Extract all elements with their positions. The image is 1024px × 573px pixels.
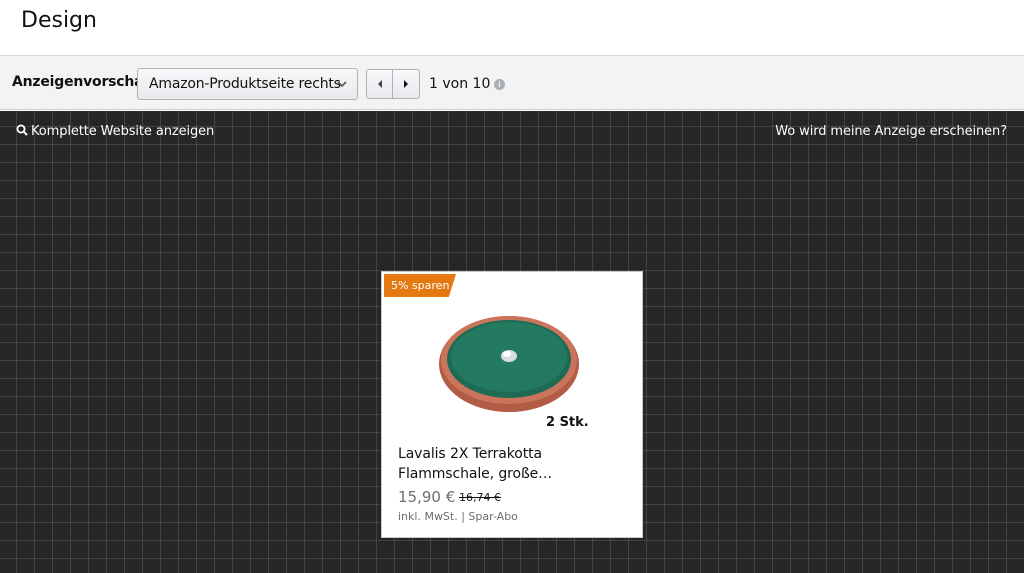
chevron-down-icon: [337, 81, 347, 88]
page-title: Design: [21, 8, 97, 33]
info-icon[interactable]: i: [494, 79, 505, 90]
placement-select[interactable]: Amazon-Produktseite rechts: [137, 68, 358, 100]
show-full-site-link[interactable]: Komplette Website anzeigen: [16, 124, 214, 139]
chevron-left-icon: [378, 80, 382, 88]
ad-preview-card[interactable]: 5% sparen 2 Stk. Lavalis 2X Terrakotta F…: [381, 271, 643, 538]
savings-badge: 5% sparen: [384, 274, 456, 297]
product-title[interactable]: Lavalis 2X Terrakotta Flammschale, große…: [398, 444, 630, 484]
product-price: 15,90 €: [398, 488, 456, 506]
image-caption: 2 Stk.: [546, 415, 589, 430]
product-image: 2 Stk.: [439, 316, 589, 430]
page-count: 1 von 10: [429, 76, 491, 92]
preview-label: Anzeigenvorschau: [12, 74, 154, 90]
original-price: 16,74 €: [459, 491, 501, 504]
search-icon: [16, 124, 28, 136]
page-header: Design: [0, 0, 1024, 56]
previous-page-button[interactable]: [366, 69, 393, 99]
show-full-site-label: Komplette Website anzeigen: [31, 124, 215, 139]
where-ad-appears-link[interactable]: Wo wird meine Anzeige erscheinen?: [775, 124, 1007, 139]
tax-note: inkl. MwSt. | Spar-Abo: [398, 510, 518, 523]
next-page-button[interactable]: [393, 69, 420, 99]
placement-select-value: Amazon-Produktseite rechts: [149, 76, 341, 92]
chevron-right-icon: [404, 80, 408, 88]
